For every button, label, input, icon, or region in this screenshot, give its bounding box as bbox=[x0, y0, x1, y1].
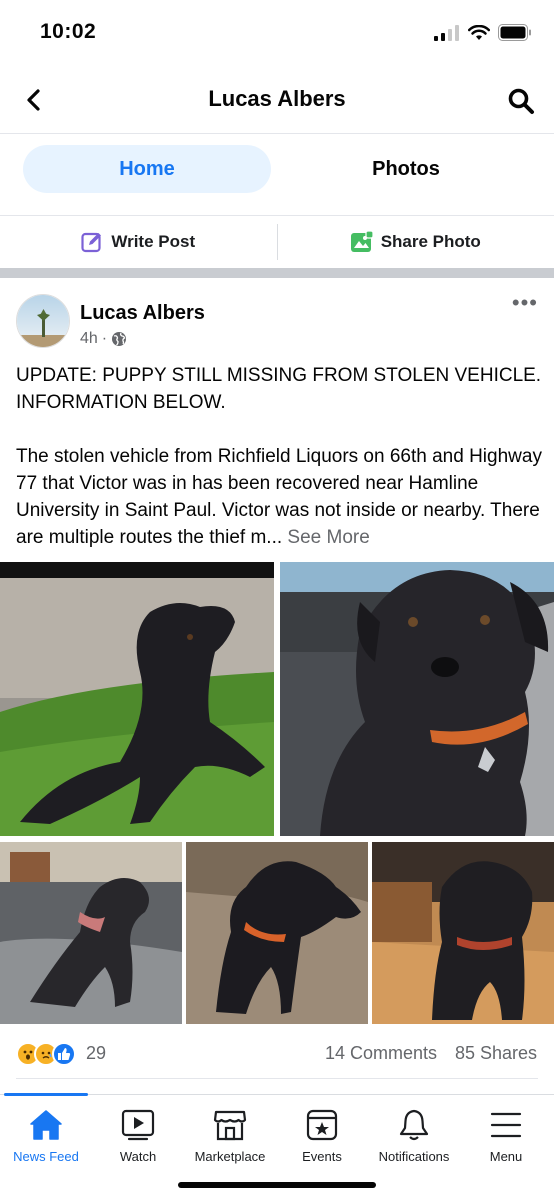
nav-label-events: Events bbox=[302, 1149, 342, 1164]
photo-dog-standing-outdoors[interactable] bbox=[186, 842, 368, 1024]
tab-home[interactable]: Home bbox=[23, 145, 271, 193]
status-time: 10:02 bbox=[40, 20, 97, 43]
nav-watch[interactable]: Watch bbox=[92, 1107, 184, 1164]
shares-count[interactable]: 85 Shares bbox=[455, 1043, 537, 1064]
post-time[interactable]: 4h bbox=[80, 330, 98, 348]
status-icons bbox=[434, 24, 532, 41]
post-paragraph-details: The stolen vehicle from Richfield Liquor… bbox=[16, 443, 542, 551]
nav-label-notifications: Notifications bbox=[378, 1149, 450, 1164]
post-body: UPDATE: PUPPY STILL MISSING FROM STOLEN … bbox=[16, 362, 542, 551]
post-paragraph-update: UPDATE: PUPPY STILL MISSING FROM STOLEN … bbox=[16, 365, 542, 413]
search-icon bbox=[508, 88, 534, 114]
wifi-icon bbox=[468, 24, 490, 40]
reactions-bar: 29 14 Comments 85 Shares bbox=[0, 1032, 554, 1076]
nav-label-menu: Menu bbox=[489, 1149, 523, 1164]
reactions-divider bbox=[16, 1078, 538, 1079]
profile-tabs: Home Photos bbox=[0, 134, 554, 216]
status-bar: 10:02 bbox=[0, 0, 554, 66]
photo-dog-sitting-indoors[interactable] bbox=[372, 842, 554, 1024]
write-post-label: Write Post bbox=[111, 232, 196, 251]
cellular-signal-icon bbox=[434, 24, 459, 41]
nav-menu[interactable]: Menu bbox=[460, 1107, 552, 1164]
marketplace-icon bbox=[212, 1107, 248, 1143]
nav-label-watch: Watch bbox=[119, 1149, 157, 1164]
photo-grid bbox=[0, 562, 554, 1026]
battery-icon bbox=[498, 24, 531, 41]
photo-dog-lying-on-grass[interactable] bbox=[0, 562, 274, 836]
menu-icon bbox=[488, 1107, 524, 1143]
nav-notifications[interactable]: Notifications bbox=[368, 1107, 460, 1164]
events-icon bbox=[304, 1107, 340, 1143]
reaction-icons[interactable] bbox=[16, 1042, 76, 1066]
globe-icon bbox=[112, 332, 127, 346]
edit-icon bbox=[81, 232, 102, 253]
comments-count[interactable]: 14 Comments bbox=[325, 1043, 437, 1064]
write-post-button[interactable]: Write Post bbox=[0, 216, 277, 268]
share-photo-button[interactable]: Share Photo bbox=[278, 216, 554, 268]
post-meta: 4h · bbox=[80, 330, 127, 348]
home-icon bbox=[28, 1107, 64, 1143]
photo-dog-in-car-seat[interactable] bbox=[0, 842, 182, 1024]
post-header: Lucas Albers 4h · ••• bbox=[0, 278, 554, 358]
post-paragraph-text: The stolen vehicle from Richfield Liquor… bbox=[16, 446, 542, 548]
bell-icon bbox=[396, 1107, 432, 1143]
meta-separator: · bbox=[101, 330, 108, 347]
page-title: Lucas Albers bbox=[208, 86, 346, 111]
post-more-button[interactable]: ••• bbox=[512, 292, 538, 314]
nav-marketplace[interactable]: Marketplace bbox=[184, 1107, 276, 1164]
avatar[interactable] bbox=[16, 294, 70, 348]
photo-icon bbox=[350, 231, 373, 252]
nav-label-marketplace: Marketplace bbox=[194, 1149, 266, 1164]
watch-icon bbox=[120, 1107, 156, 1143]
post-author[interactable]: Lucas Albers bbox=[80, 302, 205, 325]
nav-events[interactable]: Events bbox=[276, 1107, 368, 1164]
see-more-link[interactable]: See More bbox=[287, 527, 369, 548]
like-reaction-icon bbox=[52, 1042, 76, 1066]
search-button[interactable] bbox=[504, 84, 538, 118]
section-separator bbox=[0, 268, 554, 278]
photo-dog-in-car-closeup[interactable] bbox=[280, 562, 554, 836]
tab-photos[interactable]: Photos bbox=[282, 145, 530, 193]
nav-label-news-feed: News Feed bbox=[13, 1149, 79, 1164]
post-actions-bar: Write Post Share Photo bbox=[0, 216, 554, 268]
top-header: Lucas Albers bbox=[0, 66, 554, 134]
nav-active-indicator bbox=[4, 1093, 88, 1096]
share-photo-label: Share Photo bbox=[380, 232, 481, 251]
reaction-count[interactable]: 29 bbox=[86, 1043, 106, 1064]
nav-news-feed[interactable]: News Feed bbox=[0, 1107, 92, 1164]
home-indicator bbox=[178, 1182, 376, 1188]
